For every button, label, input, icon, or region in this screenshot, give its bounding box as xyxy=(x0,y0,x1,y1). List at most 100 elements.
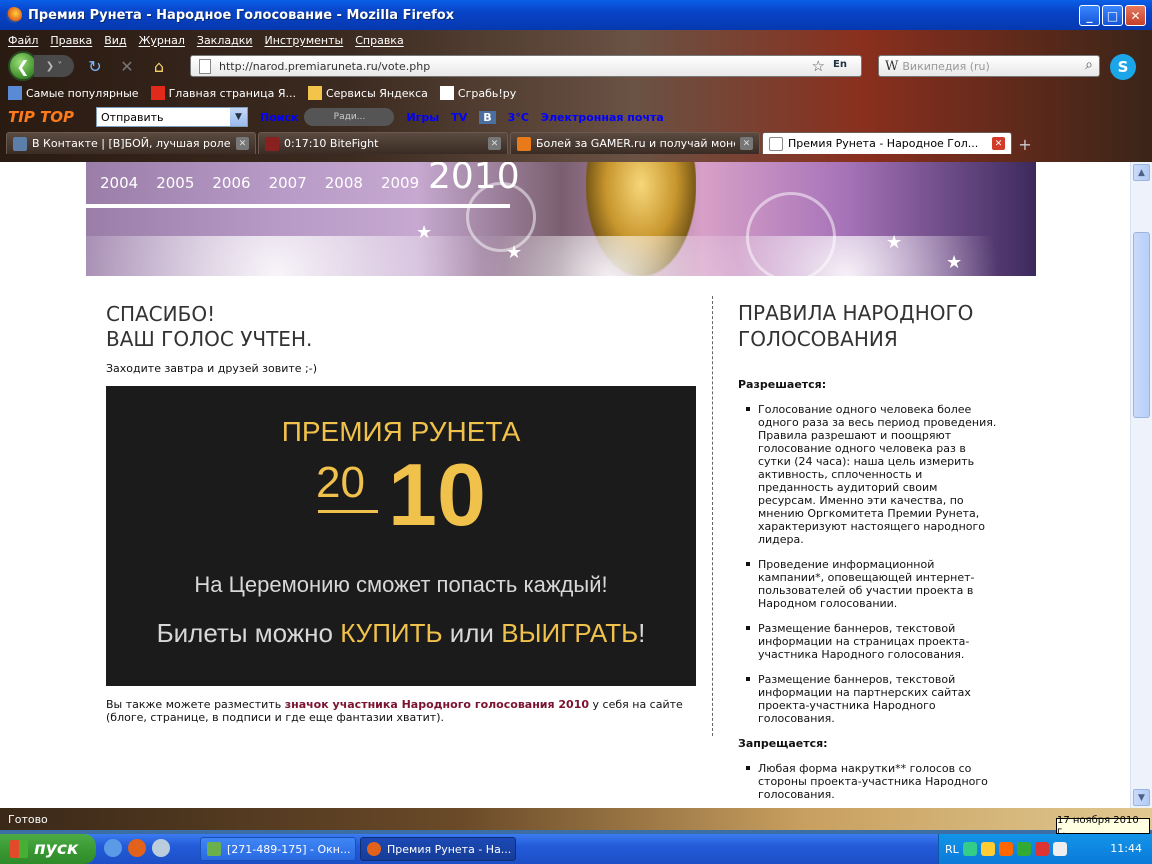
tiptop-logo[interactable]: TIP TOP xyxy=(8,108,90,126)
bookmark-label: Главная страница Я... xyxy=(168,86,296,100)
bookmark-star-icon[interactable]: ☆ xyxy=(812,57,825,75)
tiptop-toolbar: TIP TOP Отправить ▼ Поиск Ради... Игры T… xyxy=(0,104,1152,130)
menu-file[interactable]: Файл xyxy=(8,34,38,47)
minimize-button[interactable]: _ xyxy=(1079,5,1100,26)
windows-logo-icon xyxy=(10,840,28,858)
toolbar-weather[interactable]: 3°C xyxy=(508,111,529,124)
tray-icon[interactable] xyxy=(1034,842,1049,856)
menu-history[interactable]: Журнал xyxy=(139,34,185,47)
year-link-2005[interactable]: 2005 xyxy=(156,174,194,192)
bookmark-sgrab[interactable]: Сграбь!ру xyxy=(439,86,516,100)
star-icon: ★ xyxy=(946,252,963,273)
scroll-thumb[interactable] xyxy=(1133,232,1150,418)
new-tab-button[interactable]: + xyxy=(1014,134,1036,154)
badge-link[interactable]: значок участника Народного голосования 2… xyxy=(285,698,589,711)
menu-help[interactable]: Справка xyxy=(355,34,403,47)
tab-label: 0:17:10 BiteFight xyxy=(284,137,379,150)
url-bar[interactable]: http://narod.premiaruneta.ru/vote.php ☆ … xyxy=(190,55,862,77)
tab-bitefight[interactable]: 0:17:10 BiteFight ✕ xyxy=(258,132,508,154)
bookmark-yandex-services[interactable]: Сервисы Яндекса xyxy=(307,86,428,100)
firefox-quicklaunch-icon[interactable] xyxy=(128,839,146,857)
star-icon: ★ xyxy=(416,222,433,243)
promo-year-underline xyxy=(318,510,378,513)
quicklaunch-icon[interactable] xyxy=(104,839,122,857)
close-tab-icon[interactable]: ✕ xyxy=(236,137,249,150)
header-banner: 2004 2005 2006 2007 2008 2009 2010 ★ ★ ★… xyxy=(86,162,1036,276)
tray-icon[interactable] xyxy=(980,842,995,856)
volume-icon[interactable] xyxy=(1052,842,1067,856)
bookmark-yandex-home[interactable]: Главная страница Я... xyxy=(150,86,296,100)
maximize-button[interactable]: □ xyxy=(1102,5,1123,26)
shield-icon[interactable] xyxy=(1016,842,1031,856)
send-select[interactable]: Отправить ▼ xyxy=(96,107,248,127)
language-indicator[interactable]: RL xyxy=(945,843,959,856)
tab-vkontakte[interactable]: В Контакте | [В]БОЙ, лучшая ролева... ✕ xyxy=(6,132,256,154)
close-window-button[interactable]: ✕ xyxy=(1125,5,1146,26)
menu-tools[interactable]: Инструменты xyxy=(265,34,344,47)
scroll-up-icon[interactable]: ▲ xyxy=(1133,164,1150,181)
forbidden-heading: Запрещается: xyxy=(738,737,828,750)
page-icon xyxy=(439,86,454,100)
search-bar[interactable]: W Википедия (ru) ⌕ xyxy=(878,55,1100,77)
promo-line2: Билеты можно КУПИТЬ или ВЫИГРАТЬ! xyxy=(106,618,696,649)
toolbar-email[interactable]: Электронная почта xyxy=(541,111,664,124)
clock[interactable]: 11:44 xyxy=(1110,842,1142,855)
menu-view[interactable]: Вид xyxy=(104,34,126,47)
bookmark-most-popular[interactable]: Самые популярные xyxy=(8,86,139,100)
rules-title: ПРАВИЛА НАРОДНОГО ГОЛОСОВАНИЯ xyxy=(738,301,974,351)
taskbar-item-firefox[interactable]: Премия Рунета - На... xyxy=(360,837,516,861)
radio-widget[interactable]: Ради... xyxy=(304,108,395,126)
scroll-down-icon[interactable]: ▼ xyxy=(1133,789,1150,806)
quicklaunch-icon[interactable] xyxy=(152,839,170,857)
bookmarks-toolbar: Самые популярные Главная страница Я... С… xyxy=(0,82,1152,104)
year-link-2007[interactable]: 2007 xyxy=(269,174,307,192)
quick-launch xyxy=(104,839,170,857)
rules-section: Разрешается: Голосование одного человека… xyxy=(738,378,998,808)
toolbar-search[interactable]: Поиск xyxy=(260,111,298,124)
year-link-2006[interactable]: 2006 xyxy=(212,174,250,192)
vertical-scrollbar[interactable]: ▲ ▼ xyxy=(1130,162,1152,808)
promo-year-right: 10 xyxy=(388,445,486,544)
close-tab-icon[interactable]: ✕ xyxy=(488,137,501,150)
stop-icon[interactable]: ✕ xyxy=(116,55,138,77)
tray-icon[interactable] xyxy=(962,842,977,856)
tab-premia-runeta[interactable]: Премия Рунета - Народное Гол... ✕ xyxy=(762,132,1012,154)
firefox-icon xyxy=(367,842,381,856)
wikipedia-icon[interactable]: W xyxy=(885,59,898,74)
language-indicator[interactable]: En xyxy=(833,59,847,70)
windows-taskbar: пуск [271-489-175] - Окн... Премия Рунет… xyxy=(0,834,1152,864)
task-label: Премия Рунета - На... xyxy=(387,842,512,856)
menu-edit[interactable]: Правка xyxy=(50,34,92,47)
list-item: Размещение баннеров, текстовой информаци… xyxy=(744,673,998,725)
year-link-2009[interactable]: 2009 xyxy=(381,174,419,192)
toolbar-games[interactable]: Игры xyxy=(406,111,439,124)
folder-icon xyxy=(307,86,322,100)
menu-bookmarks[interactable]: Закладки xyxy=(197,34,253,47)
reload-icon[interactable]: ↻ xyxy=(84,55,106,77)
promo-buy: КУПИТЬ xyxy=(340,618,443,648)
start-button[interactable]: пуск xyxy=(0,834,96,864)
list-item: Размещение баннеров, текстовой информаци… xyxy=(744,622,998,661)
chevron-down-icon[interactable]: ▼ xyxy=(230,108,247,126)
close-tab-icon[interactable]: ✕ xyxy=(992,137,1005,150)
thanks-subtitle: Заходите завтра и друзей зовите ;-) xyxy=(106,362,318,375)
skype-icon[interactable]: S xyxy=(1110,54,1136,80)
taskbar-item-window[interactable]: [271-489-175] - Окн... xyxy=(200,837,356,861)
vk-icon[interactable]: В xyxy=(479,110,496,124)
year-link-2004[interactable]: 2004 xyxy=(100,174,138,192)
promo-banner[interactable]: ПРЕМИЯ РУНЕТА 20 10 На Церемонию сможет … xyxy=(106,386,696,686)
bookmark-label: Сервисы Яндекса xyxy=(325,86,428,100)
browser-chrome: Файл Правка Вид Журнал Закладки Инструме… xyxy=(0,30,1152,162)
gamer-favicon-icon xyxy=(517,136,531,151)
search-icon[interactable]: ⌕ xyxy=(1085,57,1093,73)
close-tab-icon[interactable]: ✕ xyxy=(740,137,753,150)
promo-year-left: 20 xyxy=(316,458,365,507)
toolbar-tv[interactable]: TV xyxy=(451,111,467,124)
tab-gamer[interactable]: Болей за GAMER.ru и получай монет... ✕ xyxy=(510,132,760,154)
tray-icon[interactable] xyxy=(998,842,1013,856)
tab-bar: В Контакте | [В]БОЙ, лучшая ролева... ✕ … xyxy=(0,130,1152,154)
home-icon[interactable]: ⌂ xyxy=(148,55,170,77)
badge-paragraph: Вы также можете разместить значок участн… xyxy=(106,698,686,724)
forward-button[interactable]: ❯ ˅ xyxy=(34,55,74,77)
year-link-2008[interactable]: 2008 xyxy=(325,174,363,192)
